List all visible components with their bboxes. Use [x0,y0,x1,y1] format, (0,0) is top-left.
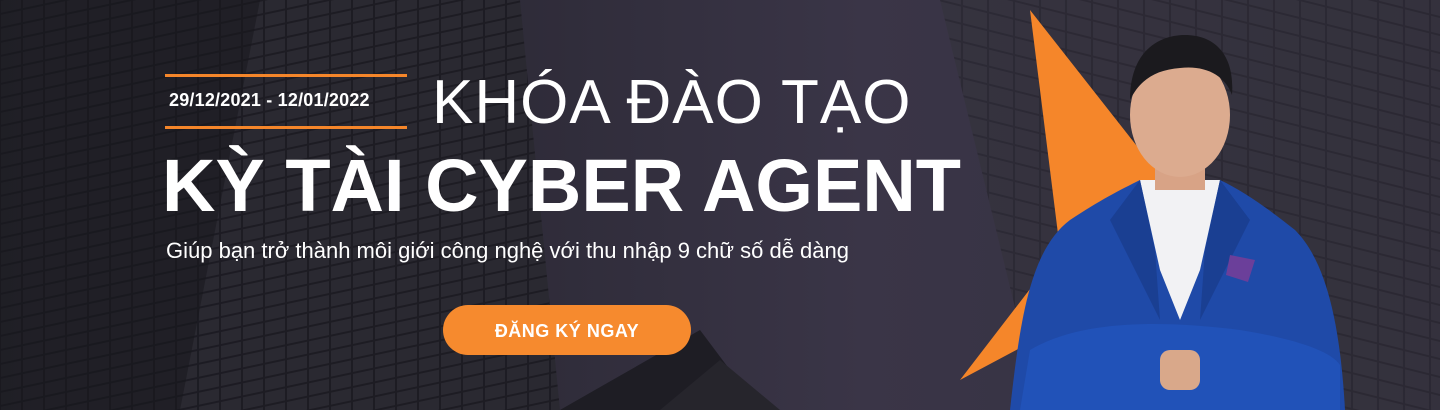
promo-banner: 29/12/2021 - 12/01/2022 KHÓA ĐÀO TẠO KỲ … [0,0,1440,410]
title-line-1: KHÓA ĐÀO TẠO [432,68,912,137]
title-line-2: KỲ TÀI CYBER AGENT [162,144,961,227]
date-range-block: 29/12/2021 - 12/01/2022 [165,74,407,130]
register-now-button[interactable]: ĐĂNG KÝ NGAY [443,305,691,355]
presenter-photo [1010,35,1345,410]
date-divider-bottom [165,126,407,129]
subtitle: Giúp bạn trở thành môi giới công nghệ vớ… [166,238,849,263]
date-range: 29/12/2021 - 12/01/2022 [169,90,370,110]
date-divider-top [165,74,407,77]
